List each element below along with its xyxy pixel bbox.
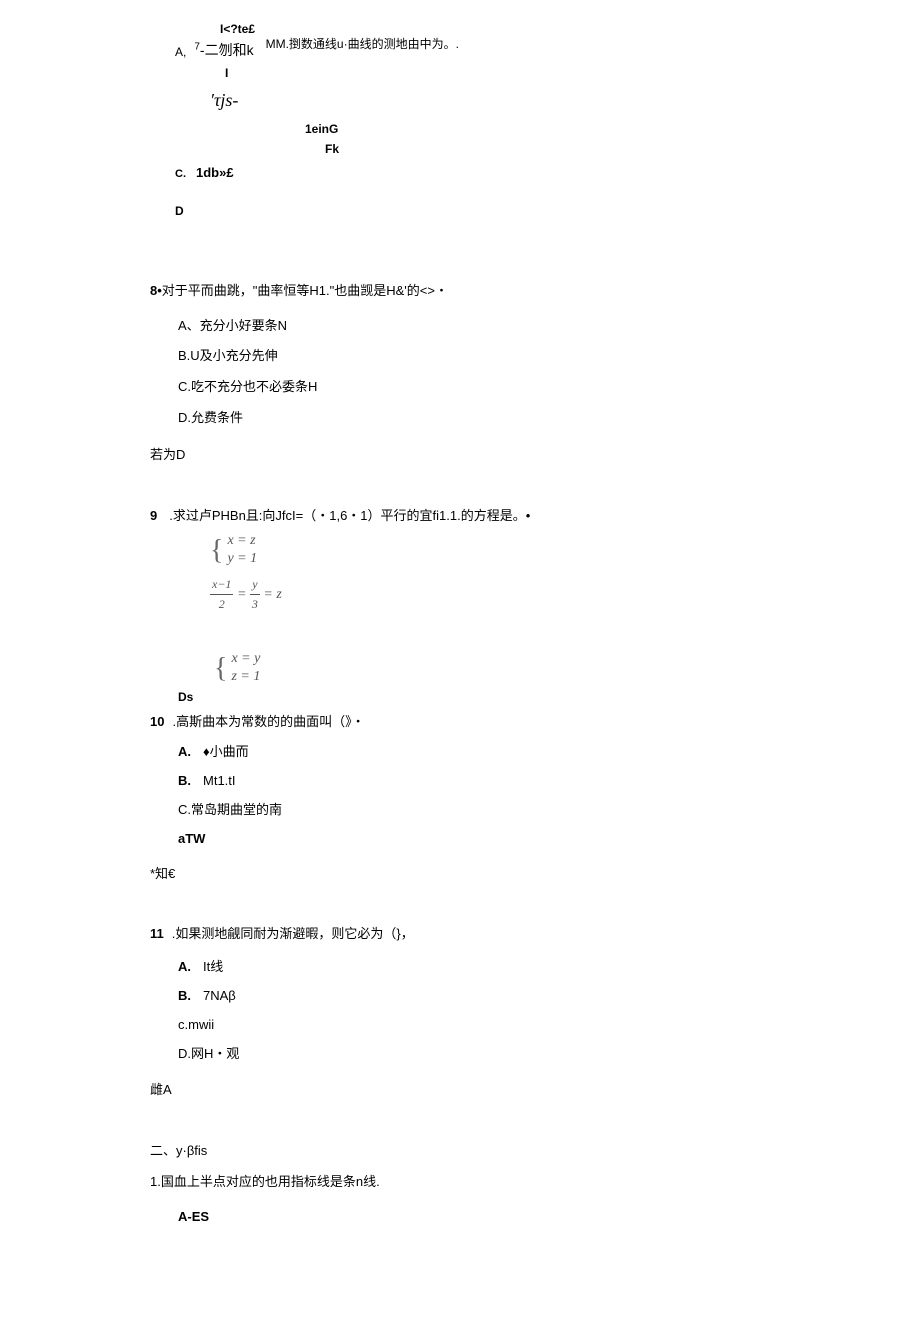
q7-mm-text: MM.捯数通线u·曲线的测地由中为。.	[266, 35, 459, 54]
section-2-sub-a: A-ES	[178, 1207, 770, 1228]
q7-c-label: C.	[175, 166, 186, 184]
q9-frac1-den: 2	[210, 595, 233, 614]
q7-tjs-text: ′τjs-	[210, 86, 770, 115]
q9-m2-l2: z = 1	[231, 669, 260, 684]
q7-row-a: A, 7-二刎和k MM.捯数通线u·曲线的测地由中为。.	[150, 39, 770, 62]
q11-stem-text: .如果测地觎同耐为渐避暇，则它必为（}，	[172, 926, 414, 941]
q11-option-d: D.网H・观	[178, 1044, 770, 1065]
q11-option-a: A. It线	[178, 957, 770, 978]
q11-b-text: 7NAβ	[203, 988, 236, 1003]
q9-tail: = z	[263, 587, 281, 602]
brace-icon: {	[210, 538, 223, 563]
question-10: 10 .高斯曲本为常数的的曲面叫（》・ A. ♦小曲而 B. Mt1.tI C.常岛期…	[150, 712, 770, 885]
q11-a-label: A.	[178, 959, 191, 974]
q7-mid-text: 7-二刎和k	[194, 39, 253, 61]
q7-1ein-text: 1einG	[305, 120, 770, 139]
q9-m1-l2: y = 1	[227, 551, 257, 566]
section-2-heading: 二、y·βfis	[150, 1141, 770, 1162]
q8-options: A、充分小好要条N B.U及小充分先伸 C.吃不充分也不必委条H D.允费条件	[178, 316, 770, 429]
q7-mid-body: -二刎和k	[200, 42, 254, 58]
q11-stem: 11 .如果测地觎同耐为渐避暇，则它必为（}，	[150, 924, 770, 945]
q8-option-b: B.U及小充分先伸	[178, 346, 770, 367]
section-2-item-1: 1.国血上半点对应的也用指标线是条n线.	[150, 1172, 770, 1193]
q10-answer: *知€	[150, 864, 770, 885]
q8-stem: 8•对于平而曲跳，"曲率恒等H1."也曲觊是H&'的<>・	[150, 281, 770, 302]
q9-ds-label: Ds	[178, 688, 770, 707]
q10-stem: 10 .高斯曲本为常数的的曲面叫（》・	[150, 712, 770, 733]
q9-frac2-den: 3	[250, 595, 260, 614]
q10-stem-text: .高斯曲本为常数的的曲面叫（》・	[172, 714, 364, 729]
q9-frac2: y 3	[250, 575, 260, 614]
question-9: 9 .求过卢PHBn且:向JfcI=（・1,6・1）平行的宜fi1.1.的方程是。…	[150, 506, 770, 708]
q9-stem: 9 .求过卢PHBn且:向JfcI=（・1,6・1）平行的宜fi1.1.的方程是。…	[150, 506, 770, 527]
q7-fk-text: Fk	[325, 140, 770, 159]
q11-b-label: B.	[178, 988, 191, 1003]
section-2: 二、y·βfis 1.国血上半点对应的也用指标线是条n线. A-ES	[150, 1141, 770, 1227]
q9-stem-text: .求过卢PHBn且:向JfcI=（・1,6・1）平行的宜fi1.1.的方程是。•	[169, 508, 530, 523]
q10-b-label: B.	[178, 773, 191, 788]
q9-m1-l1: x = z	[227, 533, 255, 548]
q8-number: 8•	[150, 283, 162, 298]
q10-d-text: aTW	[178, 831, 205, 846]
q8-stem-text: 对于平而曲跳，"曲率恒等H1."也曲觊是H&'的<>・	[162, 283, 448, 298]
q9-frac2-num: y	[250, 575, 260, 595]
q9-fraction-line: x−1 2 = y 3 = z	[210, 575, 770, 614]
q10-a-text: ♦小曲而	[203, 744, 249, 759]
q9-frac1-num: x−1	[210, 575, 233, 595]
q7-1db-text: 1db»£	[196, 163, 234, 184]
q9-math-2: { x = y z = 1	[214, 650, 770, 686]
q11-answer: 雌A	[150, 1080, 770, 1101]
q11-a-text: It线	[203, 959, 223, 974]
brace-icon: {	[214, 656, 227, 681]
q8-option-a: A、充分小好要条N	[178, 316, 770, 337]
q9-m2-body: x = y z = 1	[231, 650, 260, 686]
q8-option-c: C.吃不充分也不必委条H	[178, 377, 770, 398]
q8-option-d: D.允费条件	[178, 408, 770, 429]
q10-b-text: Mt1.tI	[203, 773, 236, 788]
q9-frac1: x−1 2	[210, 575, 233, 614]
q7-i-text: I	[225, 64, 770, 83]
q10-option-b: B. Mt1.tI	[178, 771, 770, 792]
q10-option-c: C.常岛期曲堂的南	[178, 800, 770, 821]
q7-option-c: C. 1db»£	[175, 163, 770, 184]
q11-option-c: c.mwii	[178, 1015, 770, 1036]
q10-options: A. ♦小曲而 B. Mt1.tI C.常岛期曲堂的南 aTW	[178, 742, 770, 849]
q9-m2-l1: x = y	[231, 651, 260, 666]
q9-number: 9	[150, 508, 157, 523]
q7-option-a-label: A,	[175, 43, 186, 62]
q9-eq1: =	[237, 587, 250, 602]
q10-number: 10	[150, 714, 164, 729]
q11-option-b: B. 7NAβ	[178, 986, 770, 1007]
q11-number: 11	[150, 926, 164, 941]
q7-option-d: D	[175, 202, 770, 221]
q10-option-a: A. ♦小曲而	[178, 742, 770, 763]
q8-answer: 若为D	[150, 445, 770, 466]
q11-options: A. It线 B. 7NAβ c.mwii D.网H・观	[178, 957, 770, 1064]
question-11: 11 .如果测地觎同耐为渐避暇，则它必为（}， A. It线 B. 7NAβ c.mw…	[150, 924, 770, 1101]
question-7: I<?te£ A, 7-二刎和k MM.捯数通线u·曲线的测地由中为。. I ′…	[150, 20, 770, 221]
q9-math-1: { x = z y = 1	[210, 532, 770, 568]
q10-option-d: aTW	[178, 829, 770, 850]
q9-m1-body: x = z y = 1	[227, 532, 257, 568]
question-8: 8•对于平而曲跳，"曲率恒等H1."也曲觊是H&'的<>・ A、充分小好要条N …	[150, 281, 770, 466]
q10-a-label: A.	[178, 744, 191, 759]
